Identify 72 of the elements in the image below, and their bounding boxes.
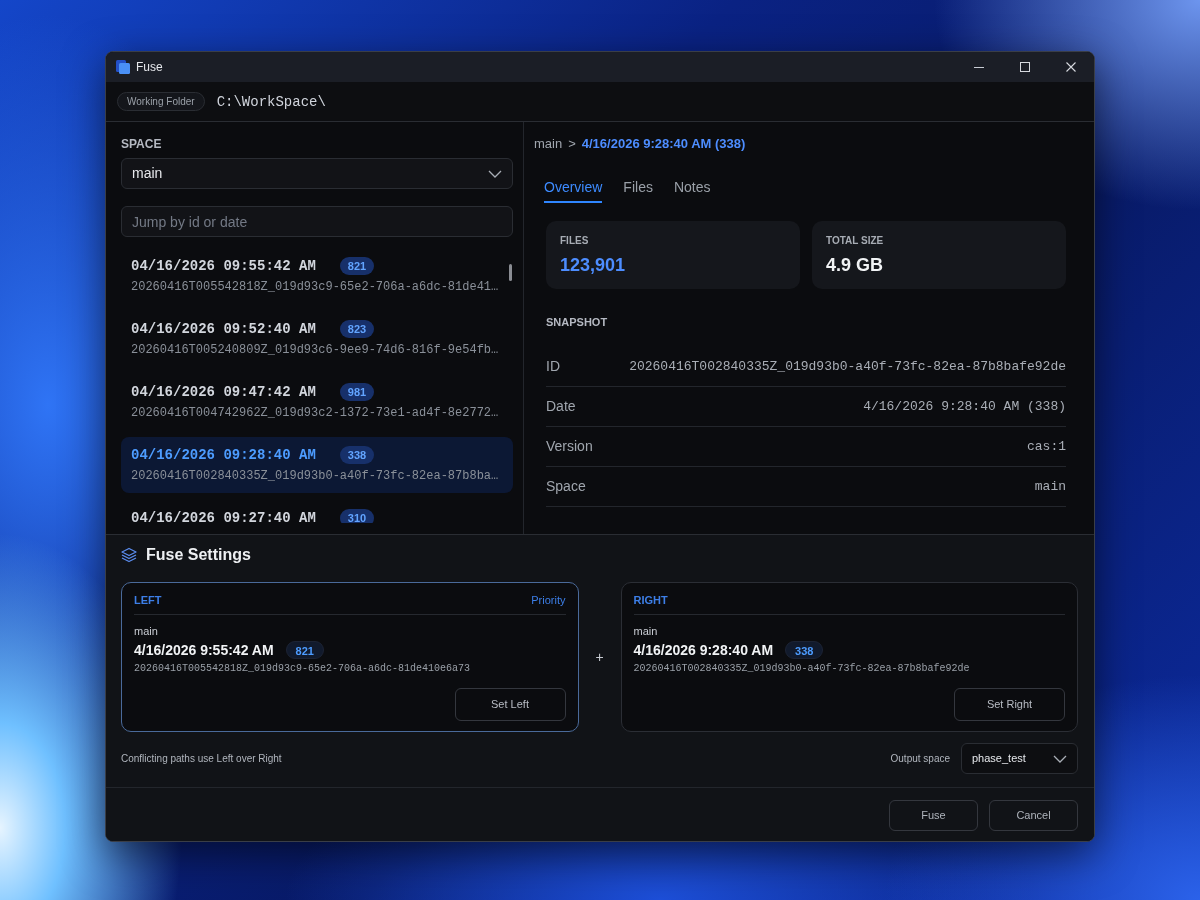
- snapshot-id: 20260416T004742962Z_019d93c2-1372-73e1-ad4f-8e2772…: [131, 405, 500, 421]
- side-heading: LEFT: [134, 593, 162, 607]
- output-select[interactable]: phase_test: [961, 743, 1078, 774]
- snapshot-date: 04/16/2026 09:52:40 AM: [131, 320, 316, 338]
- detail-value: main: [1034, 477, 1066, 496]
- side-space: main: [633, 624, 659, 638]
- snapshot-id: 20260416T005542818Z_019d93c9-65e2-706a-a6dc-81de41…: [131, 279, 500, 295]
- priority-label: Priority: [531, 593, 566, 607]
- snapshot-item[interactable]: 04/16/2026 09:52:40 AM 823 20260416T005240809Z_019d93c6-9ee9-74d6-816f-9e54fb…: [121, 311, 513, 367]
- snapshot-date: 04/16/2026 09:47:42 AM: [131, 383, 316, 401]
- detail-label: Version: [546, 437, 593, 456]
- stat-label: FILES: [560, 234, 590, 247]
- detail-value: 20260416T002840335Z_019d93b0-a40f-73fc-82ea-87b8bafe92de: [629, 357, 1066, 376]
- side-space: main: [134, 624, 159, 638]
- chevron-down-icon: [1053, 754, 1067, 763]
- footer-button[interactable]: Cancel: [989, 800, 1078, 831]
- window-title: Fuse: [136, 60, 163, 74]
- snapshot-date: 04/16/2026 09:28:40 AM: [131, 446, 316, 464]
- working-folder-label: Working Folder: [117, 92, 205, 111]
- breadcrumb-current: 4/16/2026 9:28:40 AM (338): [581, 136, 746, 152]
- tab[interactable]: Overview: [544, 178, 603, 203]
- settings-title: Fuse Settings: [146, 546, 251, 564]
- side-date: 4/16/2026 9:28:40 AM: [633, 641, 774, 659]
- detail-value: 4/16/2026 9:28:40 AM (338): [863, 397, 1066, 416]
- snapshot-item[interactable]: 04/16/2026 09:47:42 AM 981 20260416T004742962Z_019d93c2-1372-73e1-ad4f-8e2772…: [121, 374, 513, 430]
- join-symbol: +: [595, 649, 604, 665]
- snapshot-count: 310: [339, 509, 375, 523]
- output-label: Output space: [890, 752, 950, 766]
- space-label: SPACE: [121, 136, 163, 152]
- folder-path: C:\WorkSpace\: [216, 92, 326, 111]
- snapshot-count: 338: [339, 446, 375, 464]
- side-date: 4/16/2026 9:55:42 AM: [134, 641, 274, 659]
- conflict-note: Conflicting paths use Left over Right: [121, 752, 282, 766]
- scrollbar-thumb[interactable]: [509, 264, 512, 281]
- close-icon: [1066, 62, 1076, 72]
- snapshot-id: 20260416T005240809Z_019d93c6-9ee9-74d6-816f-9e54fb…: [131, 342, 500, 358]
- maximize-icon: [1020, 62, 1030, 72]
- set-button[interactable]: Set Left: [454, 688, 566, 721]
- snapshot-item[interactable]: 04/16/2026 09:55:42 AM 821 20260416T005542818Z_019d93c9-65e2-706a-a6dc-81de41…: [121, 248, 513, 304]
- chevron-down-icon: [488, 169, 502, 178]
- side-id: 20260416T005542818Z_019d93c9-65e2-706a-a6dc-81de410e6a73: [134, 663, 472, 675]
- detail-label: Space: [546, 477, 586, 496]
- breadcrumb-separator: >: [568, 136, 576, 152]
- tab[interactable]: Notes: [673, 178, 711, 203]
- snapshot-item[interactable]: 04/16/2026 09:28:40 AM 338 20260416T002840335Z_019d93b0-a40f-73fc-82ea-87b8ba…: [121, 437, 513, 493]
- snapshot-count: 981: [339, 383, 375, 401]
- app-icon: [116, 60, 130, 74]
- space-select[interactable]: main: [121, 158, 513, 189]
- stat-value: 4.9 GB: [826, 254, 885, 276]
- side-id: 20260416T002840335Z_019d93b0-a40f-73fc-82ea-87b8bafe92de: [633, 663, 971, 675]
- minimize-icon: [974, 66, 984, 68]
- search-field[interactable]: Jump by id or date: [121, 206, 513, 237]
- section-heading: SNAPSHOT: [546, 315, 609, 329]
- snapshot-count: 821: [339, 257, 375, 275]
- breadcrumb-space[interactable]: main: [534, 136, 563, 152]
- snapshot-item[interactable]: 04/16/2026 09:27:40 AM 310: [121, 500, 513, 523]
- stat-value: 123,901: [560, 254, 627, 276]
- side-count: 821: [285, 641, 324, 659]
- snapshot-count: 823: [339, 320, 375, 338]
- side-heading: RIGHT: [633, 593, 668, 607]
- tab[interactable]: Files: [623, 178, 653, 203]
- stat-label: TOTAL SIZE: [826, 234, 885, 247]
- snapshot-date: 04/16/2026 09:55:42 AM: [131, 257, 316, 275]
- set-button[interactable]: Set Right: [954, 688, 1065, 721]
- snapshot-id: 20260416T002840335Z_019d93b0-a40f-73fc-82ea-87b8ba…: [131, 468, 500, 484]
- snapshot-date: 04/16/2026 09:27:40 AM: [131, 509, 316, 523]
- layers-icon: [121, 547, 137, 563]
- detail-label: ID: [546, 357, 560, 376]
- detail-value: cas:1: [1027, 437, 1066, 456]
- detail-label: Date: [546, 397, 576, 416]
- footer-button[interactable]: Fuse: [889, 800, 978, 831]
- side-count: 338: [785, 641, 824, 659]
